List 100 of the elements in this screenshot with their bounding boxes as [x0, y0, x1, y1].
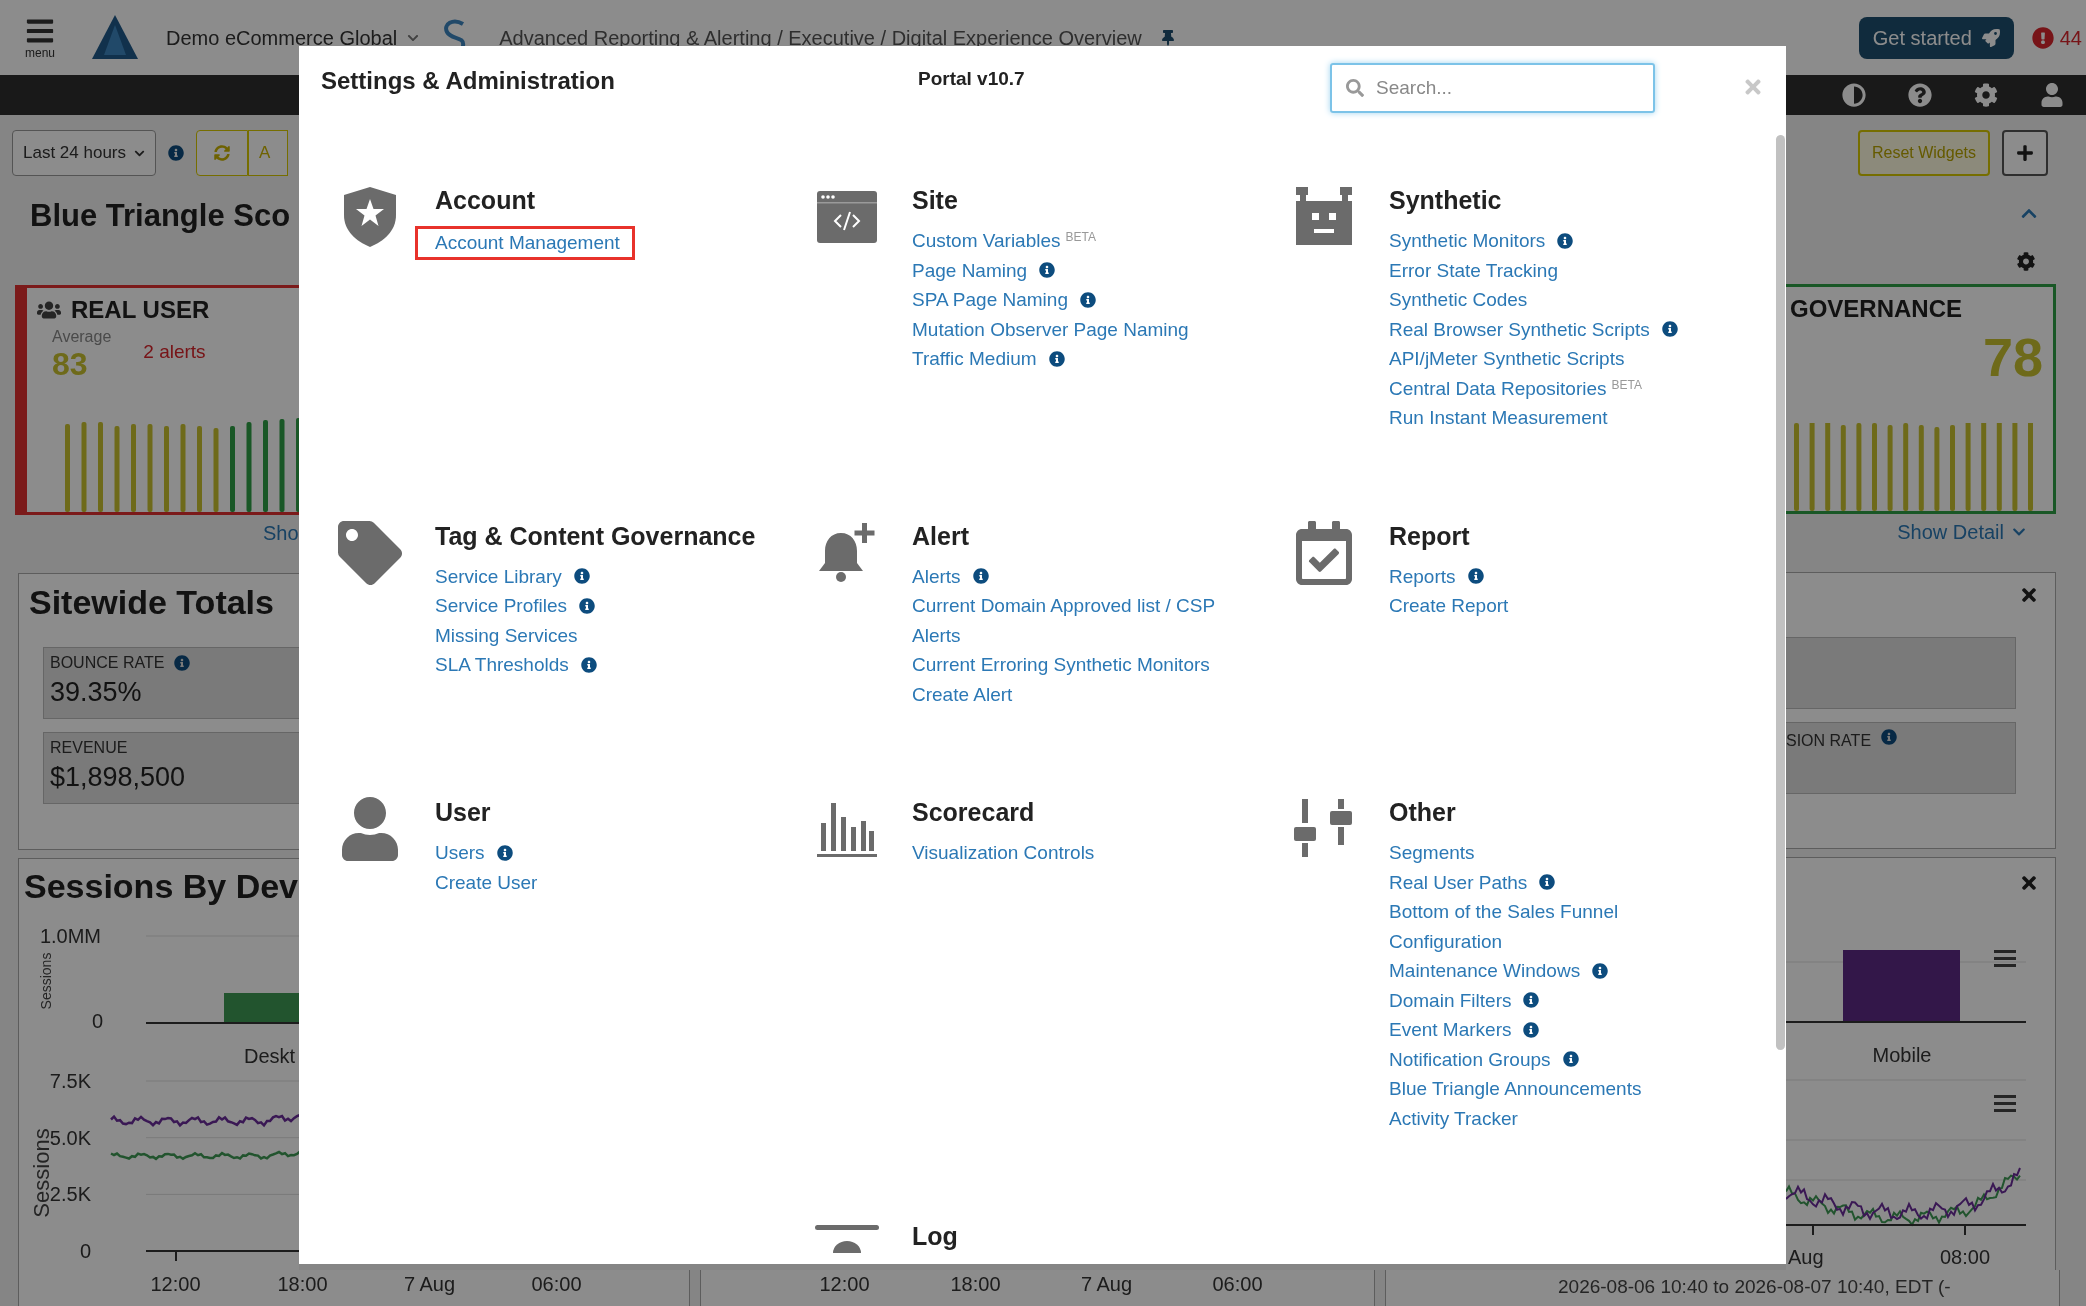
axis-tick-label: 06:00 — [530, 1272, 583, 1297]
info-icon[interactable] — [496, 844, 513, 861]
section-title: User — [435, 797, 492, 827]
settings-link[interactable]: Create Alert — [912, 679, 1013, 709]
user-icon[interactable] — [2040, 83, 2064, 107]
settings-link[interactable]: Real Browser Synthetic Scripts — [1389, 314, 1650, 344]
settings-link[interactable]: Real User Paths — [1389, 867, 1528, 897]
help-icon[interactable] — [1908, 83, 1932, 107]
settings-link[interactable]: Synthetic Codes — [1389, 285, 1528, 315]
info-icon[interactable] — [1661, 321, 1678, 338]
settings-link[interactable]: Error State Tracking — [1389, 255, 1558, 285]
settings-link[interactable]: Current Erroring Synthetic Monitors — [912, 650, 1210, 680]
settings-link[interactable]: Page Naming — [912, 255, 1028, 285]
card-title: GOVERNANCE — [1790, 294, 1964, 324]
info-icon[interactable] — [579, 597, 595, 614]
users-icon — [37, 299, 61, 321]
metric-label: BOUNCE RATE — [50, 653, 165, 673]
info-icon[interactable] — [580, 656, 597, 673]
scrollbar[interactable] — [1776, 135, 1785, 1050]
info-icon[interactable] — [1881, 729, 1898, 745]
settings-link[interactable]: Notification Groups — [1389, 1044, 1551, 1074]
settings-link[interactable]: Segments — [1389, 838, 1475, 868]
info-icon[interactable] — [168, 145, 184, 161]
settings-link[interactable]: Event Markers — [1389, 1015, 1512, 1045]
settings-link[interactable]: Mutation Observer Page Naming — [912, 314, 1189, 344]
settings-icon[interactable] — [1974, 83, 1998, 107]
version-label: Portal v10.7 — [918, 67, 1026, 91]
settings-link[interactable]: Domain Filters — [1389, 985, 1512, 1015]
settings-link[interactable]: SLA Thresholds — [435, 650, 569, 680]
metric-label: REVENUE — [50, 738, 128, 758]
settings-link[interactable]: API/jMeter Synthetic Scripts — [1389, 344, 1625, 374]
panel-title: Sitewide Totals — [29, 582, 275, 622]
chart-menu-icon[interactable] — [1994, 950, 2016, 967]
info-icon[interactable] — [573, 568, 590, 585]
dialog-title: Settings & Administration — [321, 66, 616, 96]
info-icon[interactable] — [1467, 568, 1484, 585]
show-detail-link[interactable]: Sho — [263, 521, 299, 545]
axis-tick-label: 12:00 — [149, 1272, 202, 1297]
settings-link[interactable]: Reports — [1389, 561, 1456, 591]
info-icon[interactable] — [1039, 262, 1056, 279]
get-started-button[interactable]: Get started — [1858, 16, 2014, 59]
settings-link[interactable]: Create User — [435, 867, 538, 897]
axis-tick-label: 06:00 — [1211, 1272, 1264, 1297]
settings-link[interactable]: Custom Variables — [912, 226, 1061, 256]
alert-count[interactable]: 44 — [2059, 22, 2082, 53]
settings-link[interactable]: Visualization Controls — [912, 838, 1095, 868]
alert-icon[interactable] — [2031, 26, 2054, 49]
metric-label: SION RATE — [1786, 731, 1872, 751]
average-score: 83 — [52, 346, 89, 382]
section-title: Alert — [912, 520, 970, 551]
axis-tick-label: 7.5K — [49, 1070, 91, 1092]
close-button[interactable] — [2019, 585, 2039, 605]
settings-link[interactable]: SPA Page Naming — [912, 285, 1068, 315]
log-icon — [815, 1223, 879, 1253]
settings-link[interactable]: Users — [435, 838, 485, 868]
settings-icon[interactable] — [2016, 252, 2036, 271]
chart-menu-icon[interactable] — [1994, 1095, 2016, 1112]
settings-link[interactable]: Synthetic Monitors — [1389, 226, 1546, 256]
close-button[interactable] — [2019, 873, 2039, 893]
axis-tick-label: 1.0MM — [39, 925, 101, 947]
settings-link[interactable]: Missing Services — [435, 620, 578, 650]
axis-tick-label: 18:00 — [276, 1272, 329, 1297]
settings-link[interactable]: Current Domain Approved list / CSP Alerts — [912, 591, 1257, 650]
info-icon[interactable] — [1562, 1051, 1579, 1068]
info-icon[interactable] — [1523, 992, 1540, 1009]
panel-title: Sessions By Dev — [24, 866, 299, 906]
metric-value: 39.35% — [50, 676, 143, 709]
info-icon[interactable] — [1539, 874, 1556, 891]
beta-label: BETA — [1065, 230, 1096, 244]
pin-icon[interactable] — [1159, 29, 1176, 46]
search-icon — [1346, 79, 1364, 97]
settings-link[interactable]: Create Report — [1389, 591, 1509, 621]
info-icon[interactable] — [1592, 962, 1609, 979]
menu-button[interactable]: menu — [20, 15, 60, 60]
settings-link[interactable]: Service Library — [435, 561, 562, 591]
breadcrumb: Advanced Reporting & Alerting / Executive / Digital Experience Overview — [499, 25, 1142, 51]
settings-link[interactable]: Traffic Medium — [912, 344, 1037, 374]
info-icon[interactable] — [1523, 1021, 1540, 1038]
settings-link[interactable]: Activity Tracker — [1389, 1103, 1518, 1133]
info-icon[interactable] — [1079, 291, 1096, 308]
settings-link[interactable]: Blue Triangle Announcements — [1389, 1074, 1642, 1104]
settings-link[interactable]: Maintenance Windows — [1389, 956, 1581, 986]
info-icon[interactable] — [1048, 350, 1065, 367]
settings-link[interactable]: Central Data Repositories — [1389, 373, 1607, 403]
section-title: Scorecard — [912, 797, 1036, 827]
add-widget-button[interactable] — [2002, 130, 2048, 176]
settings-link[interactable]: Run Instant Measurement — [1389, 403, 1608, 433]
settings-link[interactable]: Bottom of the Sales Funnel Configuration — [1389, 897, 1734, 956]
time-range-select[interactable]: Last 24 hours — [12, 130, 156, 176]
show-detail-link[interactable]: Show Detail — [1897, 520, 2026, 544]
account-dropdown[interactable]: Demo eCommerce Global — [166, 22, 420, 53]
contrast-icon[interactable] — [1842, 83, 1866, 107]
category-label: Mobile — [1872, 1044, 1932, 1066]
info-icon[interactable] — [174, 655, 191, 671]
settings-link[interactable]: Alerts — [912, 561, 961, 591]
settings-link[interactable]: Service Profiles — [435, 591, 567, 621]
search-field[interactable]: Search... — [1330, 63, 1655, 113]
info-icon[interactable] — [1557, 232, 1574, 249]
info-icon[interactable] — [972, 568, 989, 585]
settings-link[interactable]: Account Management — [415, 226, 635, 260]
